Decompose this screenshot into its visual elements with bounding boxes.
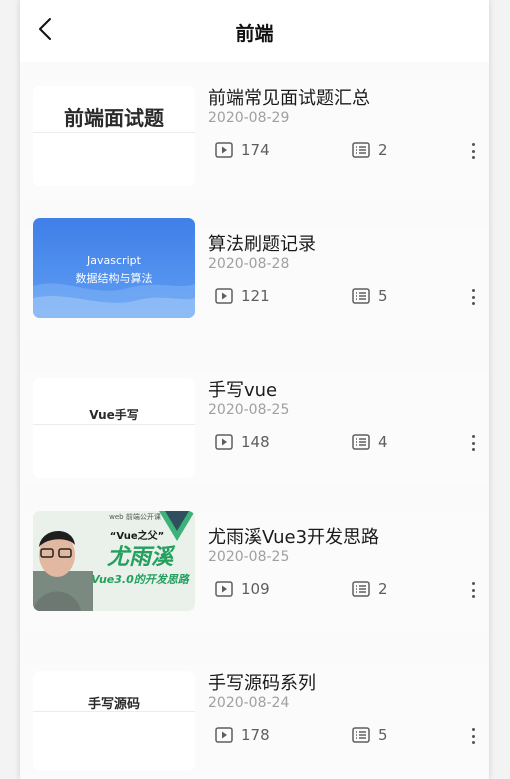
episode-count: 5 [352, 725, 388, 745]
item-date: 2020-08-29 [208, 110, 290, 126]
thumbnail: 手写源码 [33, 671, 195, 771]
item-date: 2020-08-25 [208, 402, 290, 418]
thumbnail-caption: web 前端公开课 [109, 513, 161, 521]
more-dot-icon [471, 143, 475, 146]
view-count-value: 109 [241, 580, 270, 598]
thumbnail-text: 前端面试题 [64, 106, 164, 130]
view-count: 148 [215, 432, 270, 452]
more-dot-icon [471, 728, 475, 731]
more-dot-icon [471, 448, 475, 451]
thumbnail: web 前端公开课 “Vue之父” 尤雨溪 Vue3.0的开发思路 [33, 511, 195, 611]
list-item[interactable]: 前端面试题 前端常见面试题汇总 2020-08-29 174 2 [20, 80, 489, 193]
more-options-button[interactable] [466, 433, 480, 453]
thumbnail: Javascript 数据结构与算法 [33, 218, 195, 318]
more-dot-icon [471, 595, 475, 598]
item-title: 手写vue [208, 380, 278, 401]
more-dot-icon [471, 582, 475, 585]
more-dot-icon [471, 289, 475, 292]
item-date: 2020-08-28 [208, 256, 290, 272]
more-options-button[interactable] [466, 580, 480, 600]
list-icon [352, 727, 370, 743]
view-count-value: 148 [241, 433, 270, 451]
item-title: 手写源码系列 [208, 673, 316, 694]
thumbnail-subtext: 数据结构与算法 [75, 272, 153, 285]
item-title: 前端常见面试题汇总 [208, 88, 370, 109]
play-icon [215, 142, 233, 158]
item-title: 算法刷题记录 [208, 234, 316, 255]
more-dot-icon [471, 295, 475, 299]
play-icon [215, 727, 233, 743]
thumbnail-text: 手写源码 [87, 697, 140, 712]
more-dot-icon [471, 149, 475, 153]
thumbnail-name: 尤雨溪 [106, 545, 173, 570]
more-dot-icon [471, 441, 475, 445]
item-date: 2020-08-24 [208, 695, 290, 711]
episode-count-value: 2 [378, 580, 388, 598]
episode-count: 5 [352, 286, 388, 306]
list-item[interactable]: web 前端公开课 “Vue之父” 尤雨溪 Vue3.0的开发思路 尤雨溪Vue… [20, 511, 489, 632]
thumbnail-divider [33, 424, 195, 425]
thumbnail: 前端面试题 [33, 86, 195, 186]
thumbnail: Vue手写 [33, 378, 195, 478]
more-options-button[interactable] [466, 141, 480, 161]
wave-decoration [33, 283, 195, 318]
play-icon [215, 581, 233, 597]
more-options-button[interactable] [466, 726, 480, 746]
nav-header: 前端 [20, 0, 489, 62]
view-count: 109 [215, 579, 270, 599]
play-icon [215, 434, 233, 450]
view-count-value: 121 [241, 287, 270, 305]
more-dot-icon [471, 734, 475, 738]
view-count: 174 [215, 140, 270, 160]
more-options-button[interactable] [466, 287, 480, 307]
thumbnail-text: Vue手写 [89, 408, 139, 422]
phone-frame: 前端面试题 前端常见面试题汇总 2020-08-29 174 2 Javascr… [20, 0, 489, 779]
episode-count: 4 [352, 432, 388, 452]
list-item[interactable]: Javascript 数据结构与算法 算法刷题记录 2020-08-28 121… [20, 218, 489, 339]
episode-count-value: 5 [378, 726, 388, 744]
more-dot-icon [471, 588, 475, 592]
episode-count: 2 [352, 579, 388, 599]
more-dot-icon [471, 156, 475, 159]
thumbnail-subtitle: Vue3.0的开发思路 [91, 573, 189, 586]
thumbnail-text: Javascript [87, 254, 141, 267]
episode-count-value: 2 [378, 141, 388, 159]
thumbnail-divider [33, 711, 195, 712]
more-dot-icon [471, 302, 475, 305]
thumbnail-divider [33, 132, 195, 133]
list-item[interactable]: 手写源码 手写源码系列 2020-08-24 178 5 [20, 665, 489, 778]
episode-count-value: 5 [378, 287, 388, 305]
list-icon [352, 581, 370, 597]
list-icon [352, 288, 370, 304]
list-item[interactable]: Vue手写 手写vue 2020-08-25 148 4 [20, 372, 489, 485]
item-title: 尤雨溪Vue3开发思路 [208, 527, 380, 548]
view-count: 121 [215, 286, 270, 306]
episode-count: 2 [352, 140, 388, 160]
play-icon [215, 288, 233, 304]
more-dot-icon [471, 435, 475, 438]
more-dot-icon [471, 741, 475, 744]
view-count-value: 178 [241, 726, 270, 744]
view-count: 178 [215, 725, 270, 745]
item-date: 2020-08-25 [208, 549, 290, 565]
episode-count-value: 4 [378, 433, 388, 451]
list-icon [352, 434, 370, 450]
view-count-value: 174 [241, 141, 270, 159]
list-icon [352, 142, 370, 158]
page-title: 前端 [235, 23, 274, 45]
